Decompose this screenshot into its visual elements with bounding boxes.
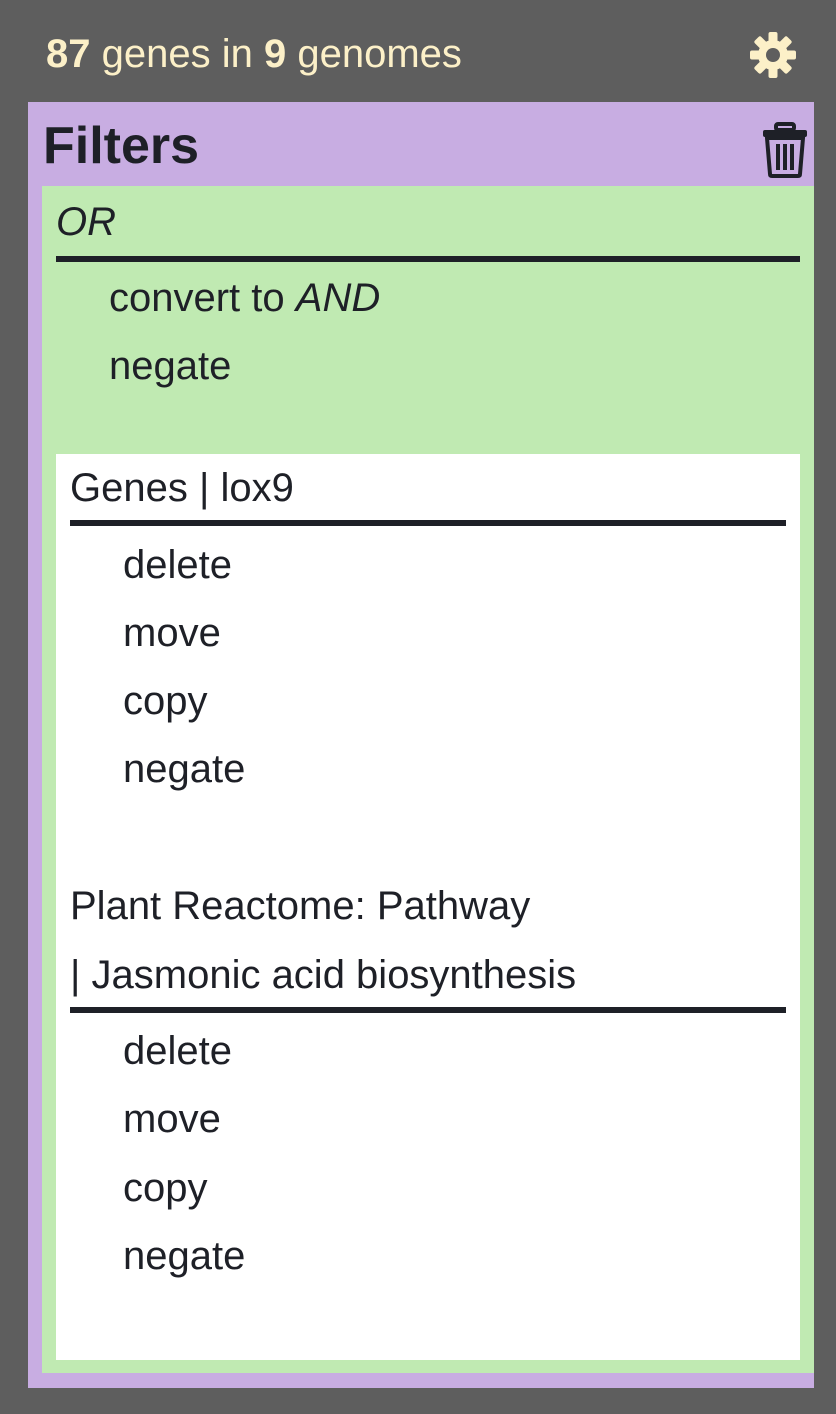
gene-count: 87 [46, 32, 91, 76]
convert-to-and-option[interactable]: convert to AND [109, 270, 380, 326]
or-group-title[interactable]: OR [56, 194, 116, 250]
negate-group-option[interactable]: negate [109, 338, 231, 394]
filter-pathway-negate-option[interactable]: negate [123, 1228, 245, 1284]
or-filter-group: OR convert to AND negate Genes | lox9 de… [42, 186, 814, 1373]
trash-icon [763, 122, 807, 178]
filter-title-genes[interactable]: Genes | lox9 [70, 454, 294, 523]
filter-genes-move-option[interactable]: move [123, 605, 221, 661]
filters-panel: Filters OR convert to AND negate Genes |… [28, 102, 814, 1388]
genes-label: genes in [90, 32, 264, 76]
filter-title-pathway-line2[interactable]: | Jasmonic acid biosynthesis [70, 941, 576, 1010]
filter-genes-delete-option[interactable]: delete [123, 537, 232, 593]
filter-list: Genes | lox9 delete move copy negate Pla… [56, 454, 800, 1360]
convert-prefix: convert to [109, 276, 296, 320]
filter-title-pathway-line1[interactable]: Plant Reactome: Pathway [70, 872, 530, 941]
genome-count: 9 [263, 32, 287, 76]
filter-genes-copy-option[interactable]: copy [123, 673, 208, 729]
results-summary: 87 genes in 9 genomes [46, 22, 462, 86]
filter-pathway-copy-option[interactable]: copy [123, 1160, 208, 1216]
filter-divider [70, 520, 786, 526]
settings-gear-icon[interactable] [748, 30, 798, 80]
or-group-divider [56, 256, 800, 262]
clear-filters-trash-icon[interactable] [760, 122, 810, 178]
filter-genes-negate-option[interactable]: negate [123, 741, 245, 797]
convert-target: AND [295, 276, 381, 320]
gear-icon [750, 32, 796, 78]
filters-title: Filters [43, 117, 200, 175]
filter-divider [70, 1007, 786, 1013]
genomes-label: genomes [286, 32, 462, 76]
filter-pathway-delete-option[interactable]: delete [123, 1023, 232, 1079]
filter-pathway-move-option[interactable]: move [123, 1091, 221, 1147]
